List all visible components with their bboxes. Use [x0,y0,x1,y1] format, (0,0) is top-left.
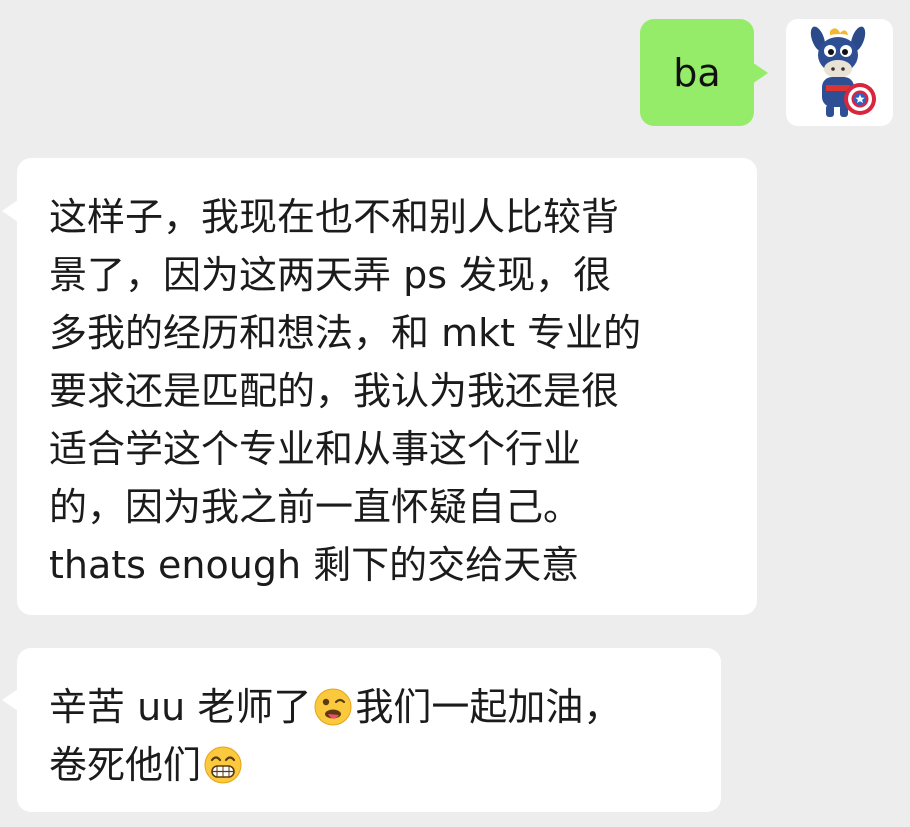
message-text: 卷死他们 [49,743,202,787]
message-line: 的，因为我之前一直怀疑自己。 [49,485,582,529]
message-line: 卷死他们 [49,736,689,794]
message-line: 适合学这个专业和从事这个行业 [49,427,582,471]
sent-message-text: ba [673,50,721,95]
avatar[interactable] [786,19,893,126]
received-message-bubble[interactable]: 辛苦 uu 老师了 我们一起加油， 卷死他们 [17,648,721,812]
received-bubble-tail [2,200,18,222]
received-bubble-tail [2,689,18,711]
chat-view: ba 这样子，我现在也不和别人比较背 景了，因为这两天弄 ps 发现，很 多我的… [0,0,910,827]
received-message-bubble[interactable]: 这样子，我现在也不和别人比较背 景了，因为这两天弄 ps 发现，很 多我的经历和… [17,158,757,615]
message-text: 我们一起加油， [355,685,622,729]
sent-bubble-tail [752,62,768,84]
grinning-face-emoji-icon [204,746,242,784]
message-line: 多我的经历和想法，和 mkt 专业的 [49,311,642,355]
message-line: 景了，因为这两天弄 ps 发现，很 [49,253,612,297]
cartoon-donkey-captain-shield-icon [810,26,876,117]
message-text: 辛苦 uu 老师了 [49,685,312,729]
message-line: 辛苦 uu 老师了 我们一起加油， [49,678,689,736]
message-line: 这样子，我现在也不和别人比较背 [49,195,620,239]
winking-tongue-emoji-icon [314,688,352,726]
message-line: thats enough 剩下的交给天意 [49,543,580,587]
message-line: 要求还是匹配的，我认为我还是很 [49,369,620,413]
sent-message-bubble[interactable]: ba [640,19,754,126]
